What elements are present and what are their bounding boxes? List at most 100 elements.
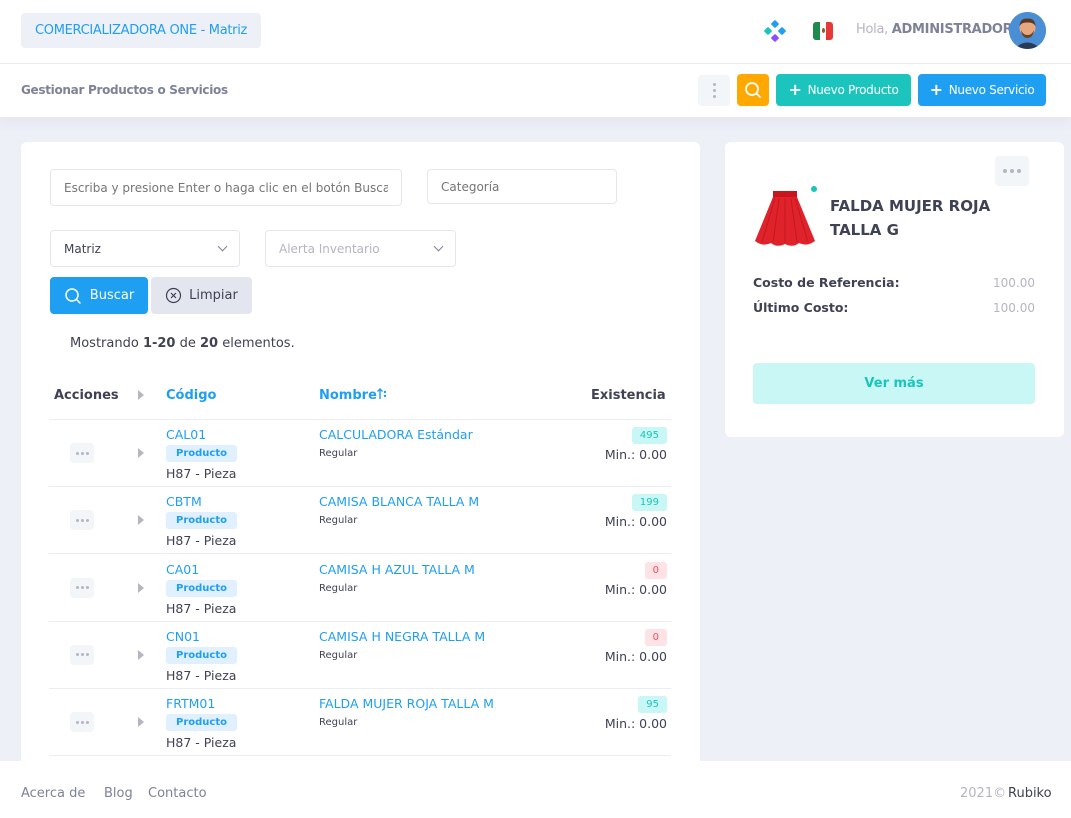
horizontal-dots-icon (76, 721, 79, 724)
row-type-badge: Producto (166, 580, 237, 597)
row-actions-button[interactable] (70, 645, 94, 665)
row-unit: H87 - Pieza (166, 533, 236, 548)
summary-range: 1-20 (143, 336, 176, 351)
horizontal-dots-icon (1010, 169, 1014, 173)
table-row: CN01ProductoH87 - PiezaCAMISA H NEGRA TA… (49, 622, 671, 689)
new-service-label: Nuevo Servicio (949, 83, 1035, 97)
row-code-link[interactable]: CBTM (166, 494, 202, 509)
mexico-flag-icon[interactable] (813, 22, 833, 40)
inventory-alert-select[interactable]: Alerta Inventario (265, 230, 456, 267)
detail-product-name: FALDA MUJER ROJA TALLA G (830, 194, 1030, 242)
summary-suffix: elementos. (222, 336, 294, 351)
detail-menu-button[interactable] (995, 156, 1029, 186)
search-toggle-button[interactable] (737, 74, 769, 106)
footer-contact-link[interactable]: Contacto (148, 786, 207, 801)
row-name-link[interactable]: CALCULADORA Estándar (319, 427, 473, 442)
row-type-badge: Producto (166, 512, 237, 529)
sub-header: Gestionar Productos o Servicios + Nuevo … (0, 64, 1071, 117)
horizontal-dots-icon (81, 452, 84, 455)
row-unit: H87 - Pieza (166, 668, 236, 683)
row-unit: H87 - Pieza (166, 601, 236, 616)
footer-about-link[interactable]: Acerca de (21, 786, 85, 801)
row-pricing-type: Regular (319, 583, 357, 594)
table-row: FRTM01ProductoH87 - PiezaFALDA MUJER ROJ… (49, 689, 671, 756)
row-code-link[interactable]: FRTM01 (166, 696, 215, 711)
category-input[interactable] (427, 169, 617, 204)
row-pricing-type: Regular (319, 717, 357, 728)
new-product-button[interactable]: + Nuevo Producto (776, 74, 911, 106)
table-row: CA01 Producto H87 - Pieza CAMISA H AZUL TAL… (49, 555, 671, 622)
table-row: CBTM Producto H87 - Pieza CAMISA BLANCA TAL… (49, 487, 671, 554)
search-button[interactable]: Buscar (50, 277, 148, 314)
avatar[interactable] (1009, 12, 1046, 49)
horizontal-dots-icon (86, 586, 89, 589)
row-unit: H87 - Pieza (166, 466, 236, 481)
row-stock-badge: 495 (632, 427, 667, 444)
user-greeting[interactable]: Hola, ADMINISTRADOR (856, 22, 1012, 37)
more-options-button[interactable] (698, 75, 730, 106)
expand-all-arrow-icon[interactable] (138, 390, 144, 400)
column-header-code[interactable]: Código (166, 388, 216, 403)
footer-blog-link[interactable]: Blog (104, 786, 133, 801)
row-name-link[interactable]: CAMISA BLANCA TALLA M (319, 494, 479, 509)
column-header-stock: Existencia (591, 388, 666, 403)
row-pricing-type: Regular (319, 448, 357, 459)
horizontal-dots-icon (86, 653, 89, 656)
summary-total: 20 (200, 336, 218, 351)
user-name: ADMINISTRADOR (892, 22, 1013, 37)
column-header-actions: Acciones (54, 388, 119, 403)
row-expand-arrow-icon[interactable] (138, 515, 144, 525)
last-cost-label: Último Costo: (753, 300, 848, 315)
greeting-text: Hola, (856, 22, 888, 37)
sort-icon (377, 388, 387, 400)
row-min-stock: Min.: 0.00 (605, 649, 667, 664)
company-selector[interactable]: COMERCIALIZADORA ONE - Matriz (21, 13, 261, 48)
row-type-badge: Producto (166, 714, 237, 731)
user-avatar-icon (1009, 12, 1046, 49)
page-title: Gestionar Productos o Servicios (21, 83, 228, 97)
column-header-name[interactable]: Nombre (319, 388, 387, 403)
table-row: CAL01 Producto H87 - Pieza CALCULADORA Está… (49, 420, 671, 487)
inventory-alert-placeholder: Alerta Inventario (279, 242, 380, 256)
search-icon (64, 287, 82, 305)
row-stock-badge: 0 (645, 629, 667, 646)
horizontal-dots-icon (86, 452, 89, 455)
top-header: COMERCIALIZADORA ONE - Matriz Hola, ADMI… (0, 0, 1071, 64)
row-code-link[interactable]: CAL01 (166, 427, 206, 442)
row-type-badge: Producto (166, 445, 237, 462)
row-code-link[interactable]: CN01 (166, 629, 200, 644)
footer-brand-link[interactable]: Rubiko (1008, 786, 1052, 801)
clear-button[interactable]: Limpiar (151, 277, 252, 314)
row-actions-button[interactable] (70, 578, 94, 598)
row-actions-button[interactable] (70, 510, 94, 530)
row-actions-button[interactable] (70, 443, 94, 463)
row-name-link[interactable]: FALDA MUJER ROJA TALLA M (319, 696, 494, 711)
horizontal-dots-icon (81, 721, 84, 724)
row-stock-badge: 199 (632, 494, 667, 511)
row-min-stock: Min.: 0.00 (605, 447, 667, 462)
app-logo-icon[interactable] (764, 20, 786, 42)
row-expand-arrow-icon[interactable] (138, 448, 144, 458)
row-name-link[interactable]: CAMISA H AZUL TALLA M (319, 562, 475, 577)
horizontal-dots-icon (81, 519, 84, 522)
branch-select-value: Matriz (64, 242, 101, 256)
new-product-label: Nuevo Producto (808, 83, 899, 97)
vertical-dots-icon (713, 95, 716, 98)
row-expand-arrow-icon[interactable] (138, 717, 144, 727)
row-min-stock: Min.: 0.00 (605, 716, 667, 731)
row-expand-arrow-icon[interactable] (138, 650, 144, 660)
column-header-name-label: Nombre (319, 388, 377, 403)
plus-icon: + (930, 82, 943, 98)
row-code-link[interactable]: CA01 (166, 562, 199, 577)
vertical-dots-icon (713, 89, 716, 92)
search-input[interactable] (50, 169, 402, 206)
new-service-button[interactable]: + Nuevo Servicio (918, 74, 1046, 106)
status-dot (810, 185, 818, 193)
branch-select[interactable]: Matriz (50, 230, 240, 267)
row-stock-badge: 95 (638, 696, 667, 713)
row-name-link[interactable]: CAMISA H NEGRA TALLA M (319, 629, 485, 644)
view-more-button[interactable]: Ver más (753, 363, 1035, 404)
row-expand-arrow-icon[interactable] (138, 583, 144, 593)
horizontal-dots-icon (1003, 169, 1007, 173)
row-actions-button[interactable] (70, 712, 94, 732)
